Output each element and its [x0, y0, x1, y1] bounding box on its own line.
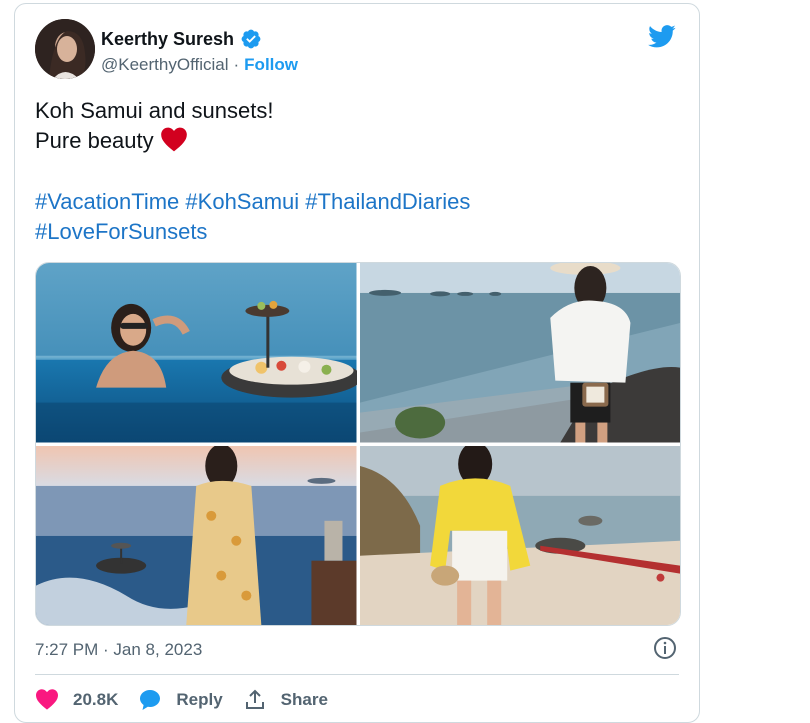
infinity-pool-sunset-photo[interactable] — [36, 445, 357, 625]
share-label: Share — [280, 690, 328, 709]
like-count: 20.8K — [73, 690, 119, 709]
handle-separator: · — [233, 55, 240, 74]
reply-label: Reply — [176, 690, 223, 709]
reply-bubble-icon — [140, 690, 161, 710]
share-icon — [245, 689, 264, 709]
hashtag-link[interactable]: #LoveForSunsets — [35, 219, 207, 244]
tweet-card: Keerthy Suresh @KeerthyOfficial · Follow… — [14, 3, 700, 723]
hashtag-link[interactable]: #KohSamui — [185, 189, 299, 214]
tweet-text-line-2-text: Pure beauty — [35, 128, 154, 153]
beach-yellow-shirt-photo[interactable] — [359, 445, 680, 625]
author-handle[interactable]: @KeerthyOfficial — [101, 55, 229, 75]
hashtag-link[interactable]: #ThailandDiaries — [305, 189, 470, 214]
tweet-text-line-2: Pure beauty — [35, 126, 675, 156]
tweet-text: Koh Samui and sunsets! Pure beauty — [35, 96, 675, 156]
tweet-text-line-1: Koh Samui and sunsets! — [35, 98, 274, 123]
pool-floating-breakfast-photo[interactable] — [36, 263, 357, 443]
like-button[interactable]: 20.8K — [35, 688, 118, 712]
tweet-actions: 20.8K Reply Share — [35, 688, 328, 712]
avatar[interactable] — [35, 19, 95, 79]
info-icon[interactable] — [653, 636, 677, 660]
verified-badge-icon — [241, 29, 261, 49]
ocean-view-balcony-photo[interactable] — [359, 263, 680, 443]
heart-icon — [36, 689, 58, 710]
share-button[interactable]: Share — [243, 688, 328, 712]
twitter-bird-icon[interactable] — [647, 22, 677, 50]
hashtag-link[interactable]: #VacationTime — [35, 189, 179, 214]
tweet-timestamp[interactable]: 7:27 PM · Jan 8, 2023 — [35, 640, 202, 660]
red-heart-emoji-icon — [160, 127, 187, 152]
author-name[interactable]: Keerthy Suresh — [101, 29, 234, 50]
divider — [35, 674, 679, 675]
hashtags: #VacationTime #KohSamui #ThailandDiaries… — [35, 187, 675, 247]
photo-grid — [35, 262, 681, 626]
follow-button[interactable]: Follow — [244, 55, 298, 75]
reply-button[interactable]: Reply — [138, 688, 223, 712]
